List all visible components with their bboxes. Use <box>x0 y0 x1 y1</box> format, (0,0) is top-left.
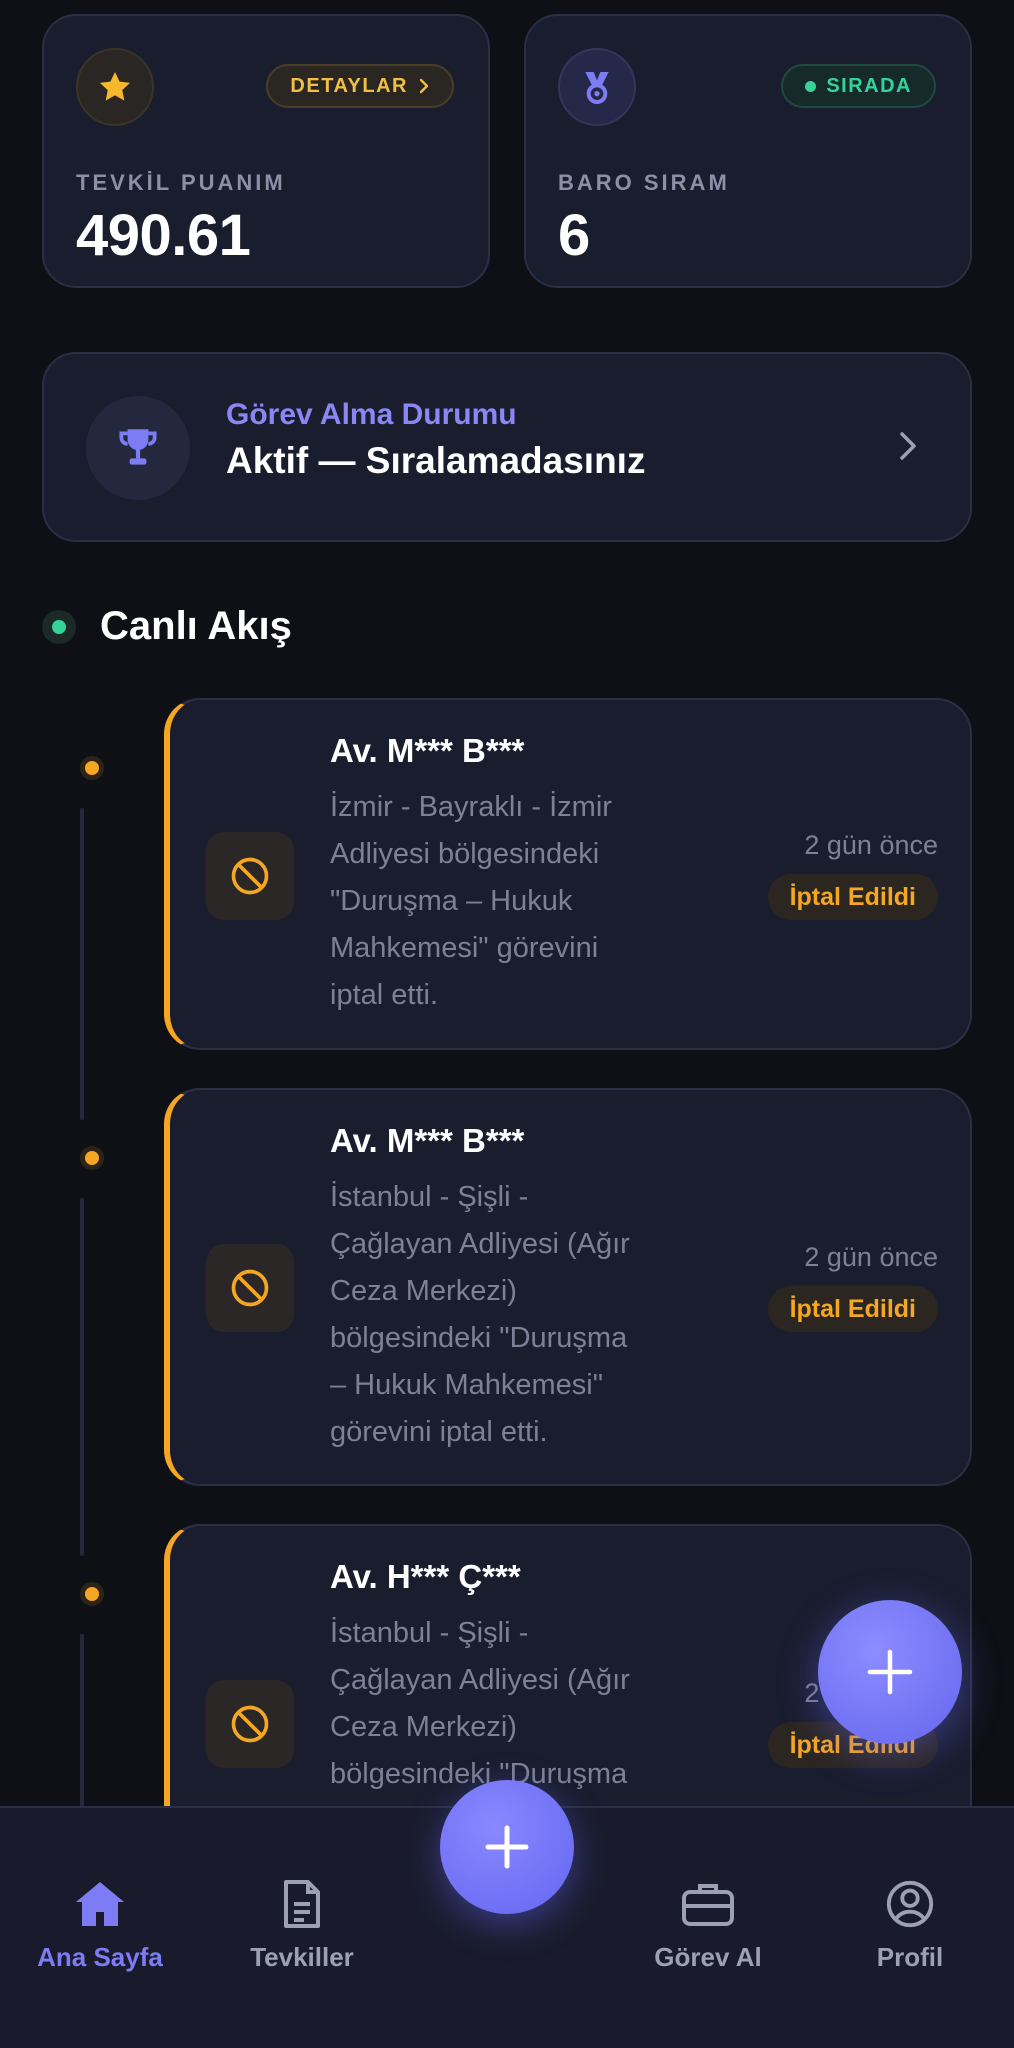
nav-item-tevkiller[interactable]: Tevkiller <box>202 1874 402 1973</box>
status-badge: İptal Edildi <box>767 1286 938 1332</box>
nav-label-gorev-al: Görev Al <box>654 1942 762 1972</box>
nav-add-button[interactable] <box>440 1780 574 1914</box>
add-fab-button[interactable] <box>818 1600 962 1744</box>
rank-value: 6 <box>558 203 590 268</box>
chevron-right-icon <box>419 78 429 94</box>
timeline-dot <box>80 1146 104 1170</box>
timeline-dot <box>80 1582 104 1606</box>
score-label: TEVKİL PUANIM <box>76 170 286 195</box>
task-status-label: Görev Alma Durumu <box>226 398 517 431</box>
user-circle-icon <box>885 1874 935 1934</box>
live-indicator <box>42 609 76 644</box>
feed-item-name: Av. M*** B*** <box>330 1122 525 1159</box>
ban-icon <box>206 1680 294 1768</box>
feed-item-name: Av. M*** B*** <box>330 732 525 769</box>
feed-item-time: 2 gün önce <box>804 1242 938 1272</box>
status-badge: İptal Edildi <box>767 874 938 920</box>
nav-item-profil[interactable]: Profil <box>810 1874 1010 1973</box>
live-feed-header: Canlı Akış <box>42 604 292 649</box>
home-icon <box>72 1874 128 1934</box>
status-dot <box>805 80 817 92</box>
details-button-label: DETAYLAR <box>290 74 408 97</box>
app-screen: DETAYLAR TEVKİL PUANIM 490.61 SIRADA BAR… <box>0 0 1014 2048</box>
nav-label-tevkiller: Tevkiller <box>250 1942 354 1972</box>
chevron-right-icon <box>900 432 916 460</box>
ban-icon <box>206 832 294 920</box>
score-value: 490.61 <box>76 203 251 268</box>
nav-label-home: Ana Sayfa <box>37 1942 163 1972</box>
document-icon <box>280 1874 324 1934</box>
timeline-dot <box>80 756 104 780</box>
feed-item[interactable]: Av. M*** B*** İzmir - Bayraklı - İzmir A… <box>164 698 972 1050</box>
task-status-value: Aktif — Sıralamadasınız <box>226 440 646 481</box>
score-card[interactable]: DETAYLAR TEVKİL PUANIM 490.61 <box>42 14 490 288</box>
rank-card[interactable]: SIRADA BARO SIRAM 6 <box>524 14 972 288</box>
timeline-line <box>80 808 84 1120</box>
timeline-line <box>80 1198 84 1556</box>
plus-icon <box>867 1649 913 1695</box>
timeline-line <box>80 1634 84 1814</box>
star-icon <box>76 48 154 126</box>
feed-item-time: 2 gün önce <box>804 830 938 860</box>
nav-item-gorev-al[interactable]: Görev Al <box>608 1874 808 1973</box>
feed-item[interactable]: Av. M*** B*** İstanbul - Şişli - Çağlaya… <box>164 1088 972 1486</box>
briefcase-icon <box>680 1874 736 1934</box>
queue-status-badge: SIRADA <box>781 64 936 108</box>
rank-label: BARO SIRAM <box>558 170 730 195</box>
nav-label-profil: Profil <box>876 1942 944 1972</box>
feed-item-name: Av. H*** Ç*** <box>330 1558 521 1595</box>
feed-item-description: İstanbul - Şişli - Çağlayan Adliyesi (Ağ… <box>330 1181 630 1448</box>
trophy-icon <box>86 396 190 500</box>
feed-item-description: İstanbul - Şişli - Çağlayan Adliyesi (Ağ… <box>330 1617 630 1790</box>
task-status-banner[interactable]: Görev Alma Durumu Aktif — Sıralamadasını… <box>42 352 972 542</box>
ban-icon <box>206 1244 294 1332</box>
queue-status-label: SIRADA <box>826 74 912 97</box>
plus-icon <box>485 1825 529 1869</box>
feed-item-description: İzmir - Bayraklı - İzmir Adliyesi bölges… <box>330 791 612 1011</box>
live-feed-title: Canlı Akış <box>100 604 292 648</box>
medal-icon <box>558 48 636 126</box>
details-button[interactable]: DETAYLAR <box>266 64 454 108</box>
nav-item-home[interactable]: Ana Sayfa <box>0 1874 200 1973</box>
